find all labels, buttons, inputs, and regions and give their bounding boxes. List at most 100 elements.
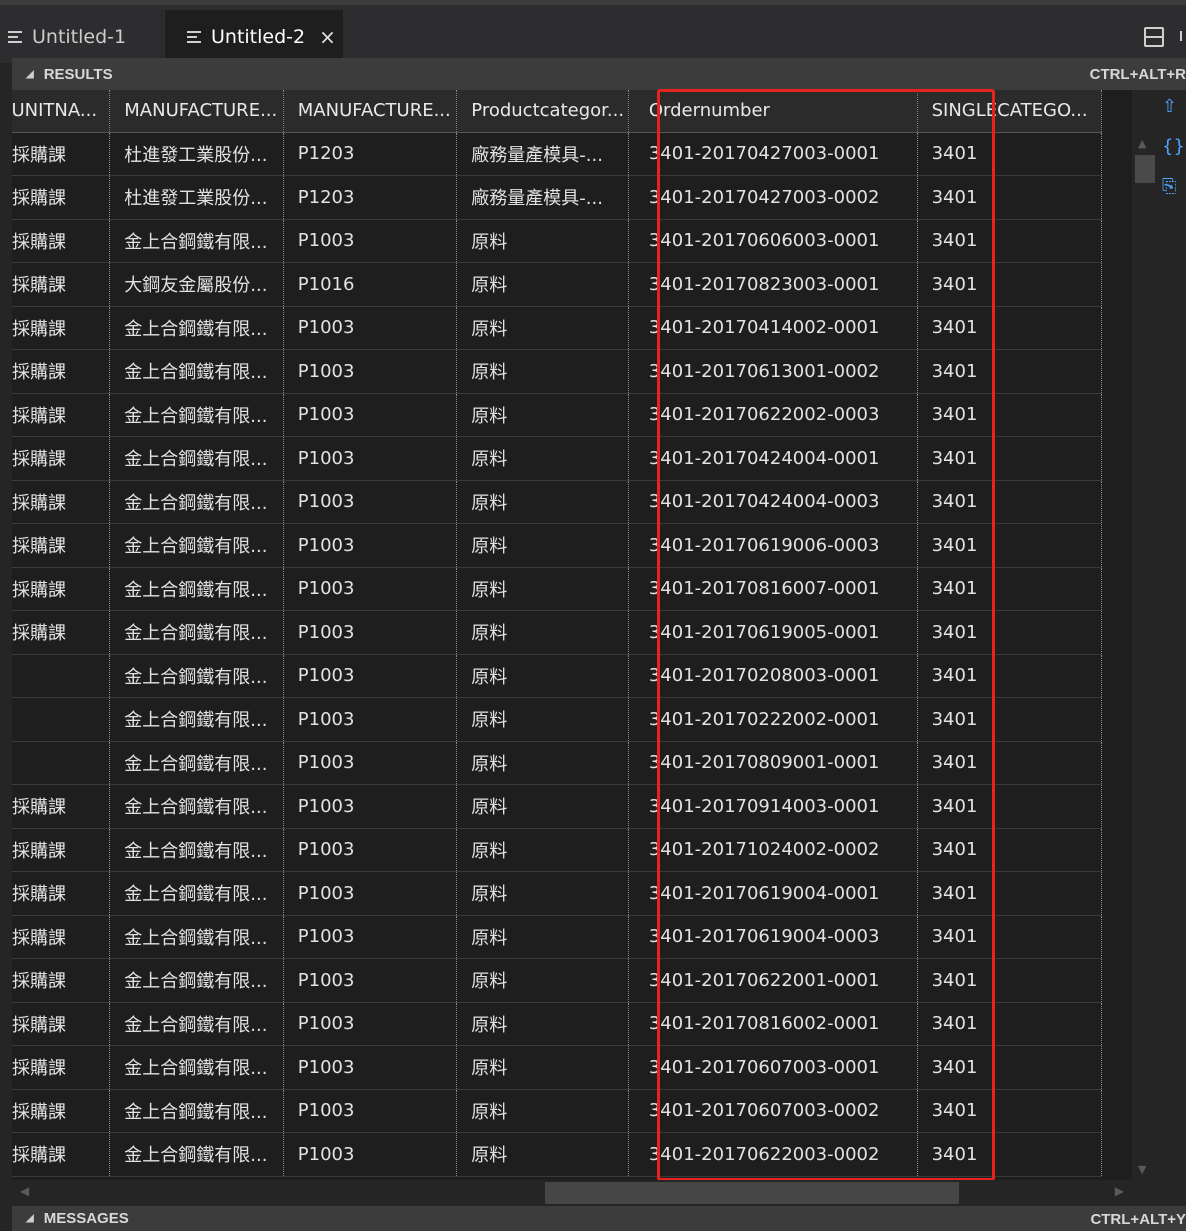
table-cell[interactable]: P1003	[283, 958, 458, 1003]
table-cell[interactable]: 金上合鋼鐵有限...	[109, 610, 284, 655]
tab-untitled-1[interactable]: Untitled-1	[0, 10, 162, 63]
table-cell[interactable]: 3401	[917, 349, 1103, 394]
table-cell[interactable]: 3401	[917, 436, 1103, 481]
table-row[interactable]: 採購課 金上合鋼鐵有限... P1003 原料 3401-20170816007-000…	[12, 567, 1103, 611]
table-cell[interactable]: 廠務量產模具-...	[456, 132, 629, 176]
table-cell[interactable]: 原料	[456, 1089, 629, 1133]
table-cell[interactable]: 採購課	[12, 871, 111, 916]
table-cell[interactable]: 採購課	[12, 1045, 111, 1090]
table-row[interactable]: 採購課 杜進發工業股份... P1203 廠務量產模具-... 3401-2017042…	[12, 175, 1103, 220]
table-cell[interactable]: 金上合鋼鐵有限...	[109, 784, 284, 829]
table-cell[interactable]: 杜進發工業股份...	[109, 132, 284, 176]
table-row[interactable]: 採購課 金上合鋼鐵有限... P1003 原料 3401-20170619004-000…	[12, 915, 1103, 959]
table-cell[interactable]: 3401-20170914003-0001	[628, 784, 918, 829]
split-layout-icon[interactable]	[1144, 27, 1164, 47]
table-cell[interactable]: 3401	[917, 697, 1103, 742]
scroll-right-icon[interactable]: ▶	[1115, 1184, 1124, 1198]
table-cell[interactable]: 3401	[917, 915, 1103, 959]
table-cell[interactable]: 原料	[456, 393, 629, 437]
table-cell[interactable]: 3401-20170427003-0002	[628, 175, 918, 220]
table-row[interactable]: 金上合鋼鐵有限... P1003 原料 3401-20170208003-0001 34…	[12, 654, 1103, 698]
table-cell[interactable]: 金上合鋼鐵有限...	[109, 1089, 284, 1133]
table-cell[interactable]: 採購課	[12, 523, 111, 568]
table-cell[interactable]: 3401-20170619005-0001	[628, 610, 918, 655]
table-cell[interactable]: 3401	[917, 828, 1103, 872]
table-cell[interactable]: 3401	[917, 784, 1103, 829]
table-cell[interactable]: 3401-20170619004-0001	[628, 871, 918, 916]
messages-header[interactable]: ◢ MESSAGES CTRL+ALT+Y	[12, 1206, 1186, 1231]
table-cell[interactable]: P1003	[283, 1002, 458, 1046]
table-row[interactable]: 金上合鋼鐵有限... P1003 原料 3401-20170809001-0001 34…	[12, 741, 1103, 785]
table-cell[interactable]: 金上合鋼鐵有限...	[109, 349, 284, 394]
table-cell[interactable]: 金上合鋼鐵有限...	[109, 1002, 284, 1046]
table-cell[interactable]: 金上合鋼鐵有限...	[109, 871, 284, 916]
table-cell[interactable]: 原料	[456, 1045, 629, 1090]
table-row[interactable]: 採購課 金上合鋼鐵有限... P1003 原料 3401-20170619004-000…	[12, 871, 1103, 916]
table-row[interactable]: 採購課 金上合鋼鐵有限... P1003 原料 3401-20170606003-000…	[12, 219, 1103, 263]
table-cell[interactable]: 3401	[917, 132, 1103, 176]
table-cell[interactable]: 3401-20170823003-0001	[628, 262, 918, 307]
table-row[interactable]: 採購課 金上合鋼鐵有限... P1003 原料 3401-20170619005-000…	[12, 610, 1103, 655]
table-cell[interactable]: 杜進發工業股份...	[109, 175, 284, 220]
table-row[interactable]: 採購課 金上合鋼鐵有限... P1003 原料 3401-20170816002-000…	[12, 1002, 1103, 1046]
table-cell[interactable]: P1016	[283, 262, 458, 307]
json-icon[interactable]: {}	[1162, 136, 1186, 176]
table-cell[interactable]: 3401-20170619004-0003	[628, 915, 918, 959]
table-cell[interactable]: 採購課	[12, 1132, 111, 1177]
table-cell[interactable]: 金上合鋼鐵有限...	[109, 1132, 284, 1177]
column-header[interactable]: MANUFACTURE...	[283, 90, 458, 133]
horizontal-scrollbar[interactable]: ◀ ▶	[12, 1180, 1160, 1206]
table-cell[interactable]: 採購課	[12, 393, 111, 437]
table-cell[interactable]: 3401-20170622002-0003	[628, 393, 918, 437]
table-cell[interactable]: 3401	[917, 567, 1103, 611]
table-cell[interactable]: 原料	[456, 306, 629, 350]
results-header[interactable]: ◢ RESULTS CTRL+ALT+R	[12, 58, 1186, 90]
column-header[interactable]: SINGLECATEGO...	[917, 90, 1103, 133]
table-row[interactable]: 採購課 金上合鋼鐵有限... P1003 原料 3401-20170424004-000…	[12, 436, 1103, 481]
table-cell[interactable]	[12, 654, 111, 698]
table-cell[interactable]: 3401	[917, 741, 1103, 785]
table-cell[interactable]: 3401-20170622001-0001	[628, 958, 918, 1003]
tab-untitled-2[interactable]: Untitled-2 ×	[165, 10, 343, 63]
export-icon[interactable]: ⇧	[1162, 96, 1186, 136]
table-cell[interactable]: P1003	[283, 1132, 458, 1177]
table-row[interactable]: 採購課 杜進發工業股份... P1203 廠務量產模具-... 3401-2017042…	[12, 132, 1103, 176]
table-cell[interactable]: 3401	[917, 523, 1103, 568]
table-cell[interactable]: 採購課	[12, 567, 111, 611]
table-cell[interactable]: P1203	[283, 175, 458, 220]
table-row[interactable]: 採購課 金上合鋼鐵有限... P1003 原料 3401-20170619006-000…	[12, 523, 1103, 568]
table-cell[interactable]: 原料	[456, 1132, 629, 1177]
table-row[interactable]: 採購課 金上合鋼鐵有限... P1003 原料 3401-20171024002-000…	[12, 828, 1103, 872]
table-cell[interactable]: P1003	[283, 523, 458, 568]
table-cell[interactable]: 3401-20170424004-0001	[628, 436, 918, 481]
table-cell[interactable]: P1003	[283, 697, 458, 742]
table-row[interactable]: 採購課 金上合鋼鐵有限... P1003 原料 3401-20170622002-000…	[12, 393, 1103, 437]
table-cell[interactable]: P1003	[283, 1045, 458, 1090]
table-cell[interactable]: 採購課	[12, 1089, 111, 1133]
table-cell[interactable]: 金上合鋼鐵有限...	[109, 915, 284, 959]
table-cell[interactable]: 金上合鋼鐵有限...	[109, 741, 284, 785]
table-cell[interactable]: 3401	[917, 1132, 1103, 1177]
table-cell[interactable]: P1003	[283, 306, 458, 350]
table-cell[interactable]: 金上合鋼鐵有限...	[109, 828, 284, 872]
table-cell[interactable]: 採購課	[12, 349, 111, 394]
horizontal-scroll-thumb[interactable]	[545, 1182, 959, 1204]
table-cell[interactable]: 採購課	[12, 306, 111, 350]
table-row[interactable]: 採購課 金上合鋼鐵有限... P1003 原料 3401-20170622003-000…	[12, 1132, 1103, 1177]
table-cell[interactable]: P1003	[283, 349, 458, 394]
scroll-left-icon[interactable]: ◀	[20, 1184, 29, 1198]
table-cell[interactable]: 金上合鋼鐵有限...	[109, 1045, 284, 1090]
table-cell[interactable]: 金上合鋼鐵有限...	[109, 393, 284, 437]
column-header-ordernumber[interactable]: Ordernumber	[628, 90, 918, 133]
table-cell[interactable]: 3401	[917, 610, 1103, 655]
table-cell[interactable]: 金上合鋼鐵有限...	[109, 306, 284, 350]
table-row[interactable]: 採購課 金上合鋼鐵有限... P1003 原料 3401-20170914003-000…	[12, 784, 1103, 829]
table-cell[interactable]: 採購課	[12, 828, 111, 872]
table-cell[interactable]: 原料	[456, 567, 629, 611]
table-cell[interactable]: 3401-20170607003-0001	[628, 1045, 918, 1090]
table-cell[interactable]: P1203	[283, 132, 458, 176]
table-cell[interactable]: 原料	[456, 610, 629, 655]
table-cell[interactable]: 原料	[456, 654, 629, 698]
table-cell[interactable]: 3401	[917, 1089, 1103, 1133]
table-cell[interactable]: 3401	[917, 1002, 1103, 1046]
